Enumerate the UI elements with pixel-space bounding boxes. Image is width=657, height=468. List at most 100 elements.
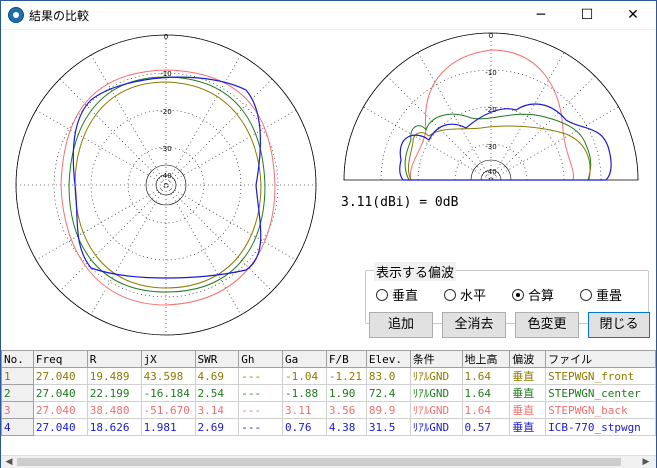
table-cell: --- [238, 384, 283, 402]
el-ring-label-0: 0 [489, 32, 493, 40]
table-cell: 1.981 [140, 418, 196, 436]
column-header[interactable]: 偏波 [509, 350, 547, 368]
table-cell: 垂直 [509, 384, 547, 402]
table-cell: 4.38 [325, 418, 367, 436]
radio-combined[interactable]: 合算 [512, 285, 554, 304]
table-cell: -1.88 [281, 384, 327, 402]
scroll-right-icon[interactable]: ▶ [639, 456, 653, 468]
title-bar: 結果の比較 ─ ☐ ✕ [1, 1, 656, 29]
table-cell: 0.76 [281, 418, 327, 436]
az-ring-label-40: -40 [160, 172, 171, 180]
radio-vertical[interactable]: 垂直 [376, 285, 418, 304]
column-header[interactable]: R [86, 350, 142, 368]
column-header[interactable]: F/B [325, 350, 367, 368]
change-color-button[interactable]: 色変更 [515, 312, 579, 338]
table-cell: 19.489 [86, 367, 142, 385]
table-cell: ﾘｱﾙGND [409, 418, 463, 436]
column-header[interactable]: Freq [32, 350, 88, 368]
table-row[interactable]: 1 27.040 19.489 43.598 4.69 --- -1.04 -1.21 83.0… [1, 367, 656, 385]
column-header[interactable]: ファイル [545, 350, 656, 368]
minimize-button[interactable]: ─ [518, 1, 564, 29]
column-header[interactable]: 地上高 [461, 350, 511, 368]
table-cell: ﾘｱﾙGND [409, 367, 463, 385]
maximize-button[interactable]: ☐ [564, 1, 610, 29]
table-cell: 垂直 [509, 418, 547, 436]
el-trace-1 [407, 125, 591, 181]
radio-horizontal-indicator [444, 289, 456, 301]
table-cell: 1.64 [461, 401, 511, 419]
radio-horizontal[interactable]: 水平 [444, 285, 486, 304]
radio-overlay-indicator [580, 289, 592, 301]
table-cell: 43.598 [140, 367, 196, 385]
table-cell: ﾘｱﾙGND [409, 384, 463, 402]
table-cell: 3 [1, 401, 34, 419]
table-cell: 2.69 [194, 418, 240, 436]
window: 結果の比較 ─ ☐ ✕ 0 -10 -20 -30 -40 0 -10 -20 … [0, 0, 657, 468]
radio-overlay[interactable]: 重畳 [580, 285, 622, 304]
app-icon [8, 7, 24, 23]
table-cell: 2.54 [194, 384, 240, 402]
close-button[interactable]: 閉じる [588, 312, 650, 338]
table-cell: 0.57 [461, 418, 511, 436]
table-cell: 3.14 [194, 401, 240, 419]
radio-horizontal-label: 水平 [460, 289, 487, 304]
table-cell: 18.626 [86, 418, 142, 436]
radio-combined-label: 合算 [528, 289, 555, 304]
column-header[interactable]: Elev. [365, 350, 411, 368]
table-cell: 垂直 [509, 367, 547, 385]
column-header[interactable]: jX [140, 350, 196, 368]
table-row[interactable]: 2 27.040 22.199 -16.184 2.54 --- -1.88 1.90 72.4… [1, 384, 656, 402]
table-cell: 3.11 [281, 401, 327, 419]
table-cell: STEPWGN_center [545, 384, 656, 402]
table-cell: 1.64 [461, 384, 511, 402]
table-cell: 1 [1, 367, 34, 385]
radio-vertical-indicator [376, 289, 388, 301]
azimuth-pattern-plot: 0 -10 -20 -30 -40 [15, 33, 317, 336]
column-header[interactable]: Gh [238, 350, 283, 368]
table-row[interactable]: 3 27.040 38.480 -51.670 3.14 --- 3.11 3.56 89.9 ﾘ… [1, 401, 656, 419]
radio-overlay-label: 重畳 [596, 289, 623, 304]
close-window-button[interactable]: ✕ [610, 1, 656, 29]
table-cell: 1.64 [461, 367, 511, 385]
column-header[interactable]: SWR [194, 350, 240, 368]
table-cell: --- [238, 418, 283, 436]
table-cell: STEPWGN_front [545, 367, 656, 385]
table-cell: 1.90 [325, 384, 367, 402]
column-header[interactable]: 条件 [409, 350, 463, 368]
table-cell: --- [238, 401, 283, 419]
table-cell: ﾘｱﾙGND [409, 401, 463, 419]
horizontal-scrollbar[interactable]: ◀ ▶ [1, 455, 656, 468]
table-cell: 83.0 [365, 367, 411, 385]
column-header[interactable]: Ga [281, 350, 327, 368]
gain-reference-label: 3.11(dBi) = 0dB [341, 195, 459, 210]
table-cell: -16.184 [140, 384, 196, 402]
table-cell: --- [238, 367, 283, 385]
clear-all-button[interactable]: 全消去 [442, 312, 506, 338]
table-cell: STEPWGN_back [545, 401, 656, 419]
radio-combined-indicator [512, 289, 524, 301]
polarization-group-title: 表示する偏波 [374, 262, 457, 281]
table-cell: 38.480 [86, 401, 142, 419]
scroll-left-icon[interactable]: ◀ [2, 456, 16, 468]
scrollbar-thumb[interactable] [17, 458, 621, 466]
table-cell: 27.040 [32, 367, 88, 385]
table-cell: 89.9 [365, 401, 411, 419]
el-ring-label-40: -40 [485, 168, 496, 176]
table-cell: 27.040 [32, 418, 88, 436]
table-cell: -51.670 [140, 401, 196, 419]
table-row[interactable]: 4 27.040 18.626 1.981 2.69 --- 0.76 4.38 31.5 ﾘｱﾙ… [1, 418, 656, 436]
table-cell: 31.5 [365, 418, 411, 436]
column-header[interactable]: No. [1, 350, 34, 368]
radio-vertical-label: 垂直 [392, 289, 419, 304]
az-ring-label-0: 0 [164, 33, 168, 41]
table-cell: -1.21 [325, 367, 367, 385]
elevation-pattern-plot: 0 -10 -20 -30 -40 [343, 32, 639, 181]
el-ring-label-30: -30 [485, 143, 496, 151]
table-cell: 27.040 [32, 401, 88, 419]
client-area: 0 -10 -20 -30 -40 0 -10 -20 -30 -40 3.11… [1, 30, 656, 468]
el-ring-label-10: -10 [485, 69, 496, 77]
table-cell: 22.199 [86, 384, 142, 402]
table-cell: 2 [1, 384, 34, 402]
add-button[interactable]: 追加 [369, 312, 433, 338]
table-cell: 4.69 [194, 367, 240, 385]
